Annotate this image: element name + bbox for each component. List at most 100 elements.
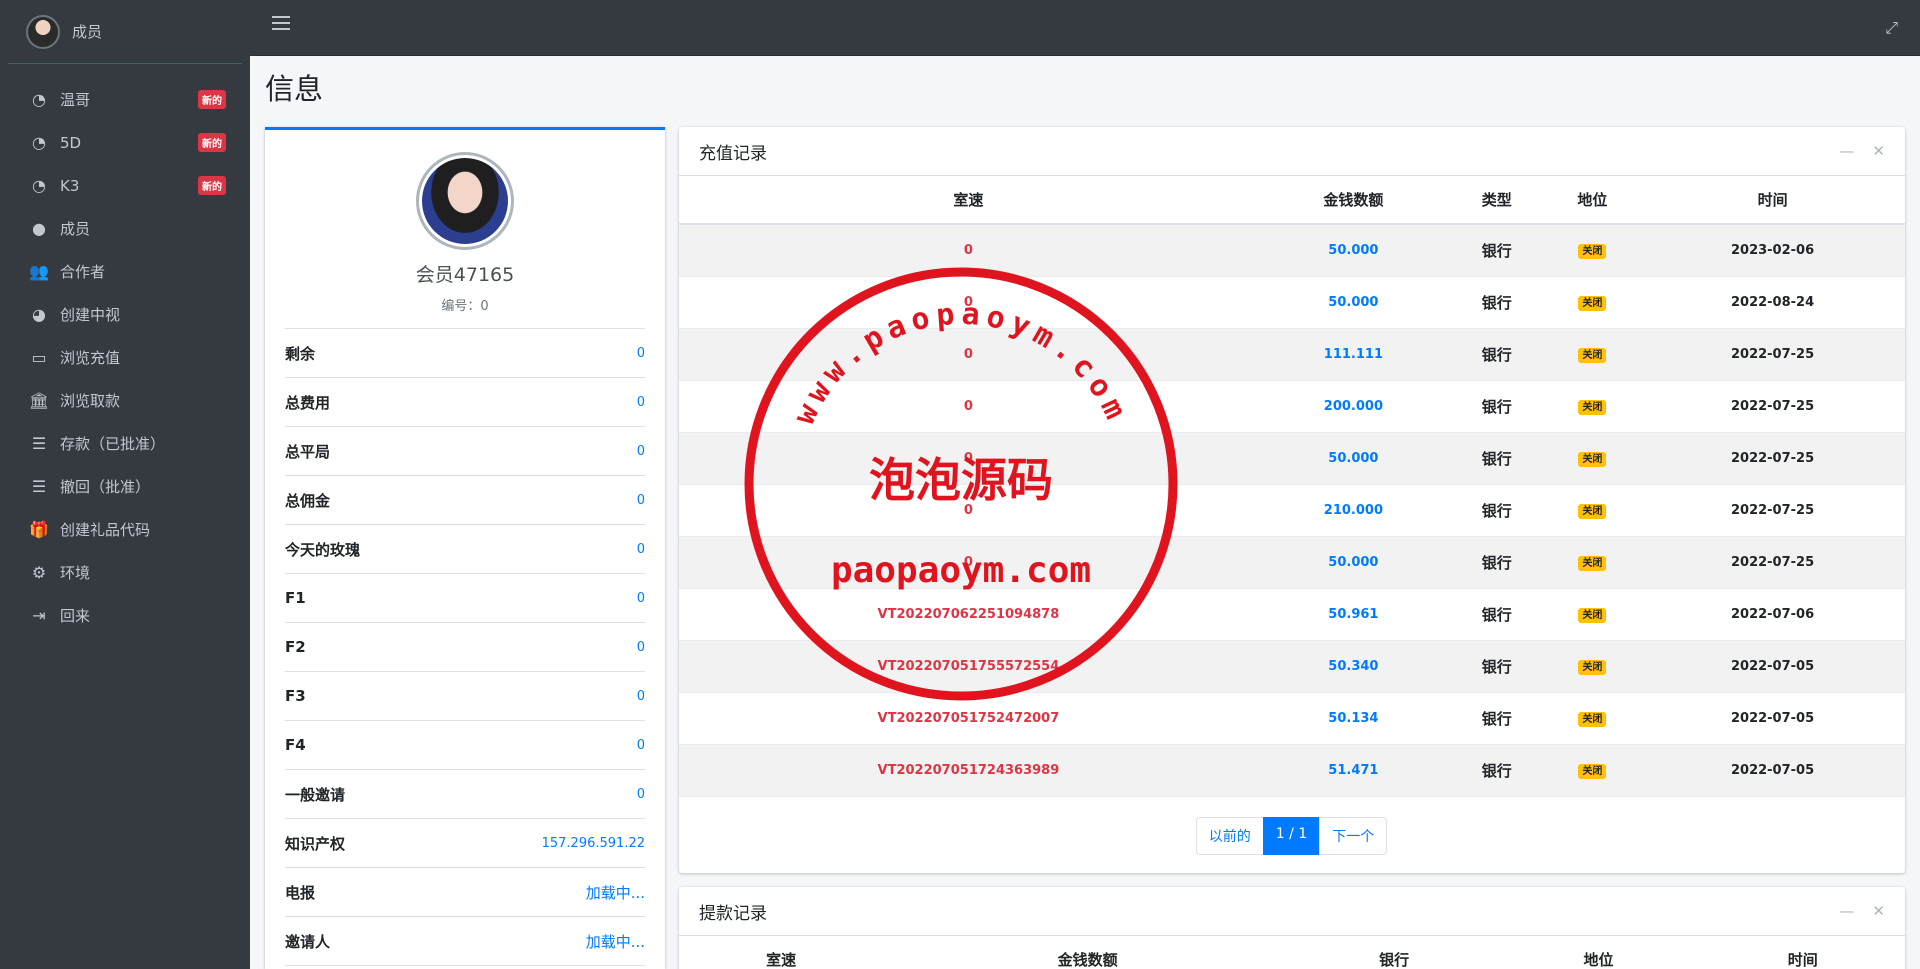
date: 2022-07-25 (1730, 398, 1815, 414)
order-id: VT202207062251094878 (877, 606, 1060, 622)
table-row: 0 210.000 银行 关闭 2022-07-25 (679, 484, 1905, 536)
stat-value: 0 (636, 492, 645, 508)
close-icon[interactable]: ✕ (1872, 142, 1885, 160)
sidebar-item-label: 浏览充值 (60, 349, 121, 367)
prev-page-button[interactable]: 以前的 (1195, 816, 1264, 855)
profile-stat-row: F1 0 (285, 574, 645, 623)
column-header: 银行 (1291, 936, 1497, 969)
profile-stat-row: 一般邀请 0 (285, 770, 645, 819)
user-panel[interactable]: 成员 (8, 0, 242, 64)
profile-id-label: 编号： (441, 299, 481, 314)
type: 银行 (1481, 397, 1512, 416)
status-cell: 关闭 (1545, 276, 1641, 328)
sidebar-item[interactable]: ◔ 5D 新的 (0, 121, 250, 164)
sidebar-item[interactable]: ⇥ 回来 (0, 594, 250, 637)
user-name: 成员 (72, 23, 103, 41)
card-title: 提款记录 (699, 903, 767, 924)
sidebar-item[interactable]: ◔ K3 新的 (0, 164, 250, 207)
stat-value[interactable]: 加载中... (586, 931, 645, 952)
stat-value: 0 (636, 394, 645, 410)
column-header: 类型 (1448, 176, 1545, 225)
stat-value: 0 (636, 786, 645, 802)
table-row: 0 50.000 银行 关闭 2022-07-25 (679, 536, 1905, 588)
profile-stat-row: 总平局 0 (285, 427, 645, 476)
next-page-button[interactable]: 下一个 (1319, 816, 1388, 855)
profile-id: 编号：0 (265, 295, 665, 314)
users-icon: 👥 (29, 262, 49, 281)
status-badge: 关闭 (1578, 296, 1607, 311)
date: 2022-07-05 (1640, 744, 1905, 796)
profile-stat-row: F2 0 (285, 623, 645, 672)
menu-toggle-icon[interactable] (272, 16, 290, 30)
sidebar-item[interactable]: ☰ 存款（已批准） (0, 422, 250, 465)
amount: 51.471 (1257, 744, 1449, 796)
sidebar-item-label: 创建中视 (60, 306, 121, 324)
minimize-icon[interactable]: — (1839, 902, 1854, 920)
stat-value: 0 (636, 443, 645, 459)
stat-value: 0 (636, 639, 645, 655)
sidebar-nav: ◔ 温哥 新的 ◔ 5D 新的 ◔ K3 新的 ● 成员 👥 合作者 ◕ 创建中视 ▭ 浏览充值 🏛 浏览取款 ☰ 存款… (0, 78, 250, 637)
sidebar-item[interactable]: ⚙ 环境 (0, 551, 250, 594)
current-page-button[interactable]: 1 / 1 (1262, 816, 1321, 855)
user-circle-icon: ● (32, 219, 46, 238)
sidebar-item[interactable]: ● 成员 (0, 207, 250, 250)
status-cell: 关闭 (1545, 692, 1641, 744)
amount: 50.340 (1257, 640, 1449, 692)
sidebar-item[interactable]: ◕ 创建中视 (0, 293, 250, 336)
date: 2022-07-05 (1730, 710, 1815, 726)
top-navbar: ⤢ (250, 0, 1920, 56)
stat-label: 总佣金 (285, 491, 331, 510)
sidebar-item-label: 5D (60, 133, 82, 152)
status-badge: 关闭 (1578, 348, 1607, 363)
sidebar-item[interactable]: 🏛 浏览取款 (0, 379, 250, 422)
amount: 50.134 (1328, 710, 1379, 726)
profile-avatar (416, 152, 514, 250)
profile-stat-row: F4 0 (285, 721, 645, 770)
close-icon[interactable]: ✕ (1872, 902, 1885, 920)
sidebar-item[interactable]: ◔ 温哥 新的 (0, 78, 250, 121)
status-badge: 关闭 (1578, 452, 1607, 467)
table-row: 0 50.000 银行 关闭 2022-08-24 (679, 276, 1905, 328)
table-row: VT202207051752472007 50.134 银行 关闭 2022-07-05 (679, 692, 1905, 744)
sidebar-item[interactable]: 👥 合作者 (0, 250, 250, 293)
sidebar-item[interactable]: 🎁 创建礼品代码 (0, 508, 250, 551)
fullscreen-icon[interactable]: ⤢ (1885, 18, 1898, 38)
gear-icon: ⚙ (31, 563, 47, 582)
date: 2022-07-25 (1640, 536, 1905, 588)
profile-stat-row: 今天的玫瑰 0 (285, 525, 645, 574)
profile-stat-row: 总佣金 0 (285, 476, 645, 525)
date: 2022-07-05 (1640, 640, 1905, 692)
status-cell: 关闭 (1545, 380, 1641, 432)
order-id: 0 (963, 398, 973, 414)
profile-stat-row: F3 0 (285, 672, 645, 721)
stat-value: 157.296.591.22 (541, 835, 645, 851)
stat-label: 总费用 (285, 393, 331, 412)
pie-chart-icon: ◕ (32, 305, 46, 324)
stat-label: 一般邀请 (285, 785, 346, 804)
type: 银行 (1448, 224, 1545, 276)
minimize-icon[interactable]: — (1839, 142, 1854, 160)
new-badge: 新的 (198, 133, 226, 152)
stat-label: 电报 (285, 883, 316, 902)
table-row: 0 50.000 银行 关闭 2022-07-25 (679, 432, 1905, 484)
date: 2022-07-25 (1730, 502, 1815, 518)
sidebar-item[interactable]: ▭ 浏览充值 (0, 336, 250, 379)
type: 银行 (1481, 605, 1512, 624)
stat-label: 剩余 (285, 344, 316, 363)
profile-name: 会员47165 (415, 264, 515, 286)
sidebar-item[interactable]: ☰ 撤回（批准） (0, 465, 250, 508)
profile-stat-row: 剩余 0 (285, 329, 645, 378)
card-header: 提款记录 — ✕ (679, 887, 1905, 936)
column-header: 金钱数额 (1257, 176, 1449, 225)
status-badge: 关闭 (1578, 400, 1607, 415)
type: 银行 (1481, 709, 1512, 728)
stat-value[interactable]: 加载中... (586, 882, 645, 903)
order-id: VT202207051752472007 (877, 710, 1060, 726)
card-header: 充值记录 — ✕ (679, 127, 1905, 176)
status-cell: 关闭 (1544, 432, 1641, 484)
sidebar: 成员 ◔ 温哥 新的 ◔ 5D 新的 ◔ K3 新的 ● 成员 👥 合作者 ◕ 创建中视 ▭ 浏览充值 🏛 浏览取款… (0, 0, 250, 969)
order-id: 0 (679, 432, 1258, 484)
amount: 200.000 (1323, 398, 1383, 414)
gauge-icon: ◔ (32, 133, 46, 152)
type: 银行 (1448, 744, 1545, 796)
